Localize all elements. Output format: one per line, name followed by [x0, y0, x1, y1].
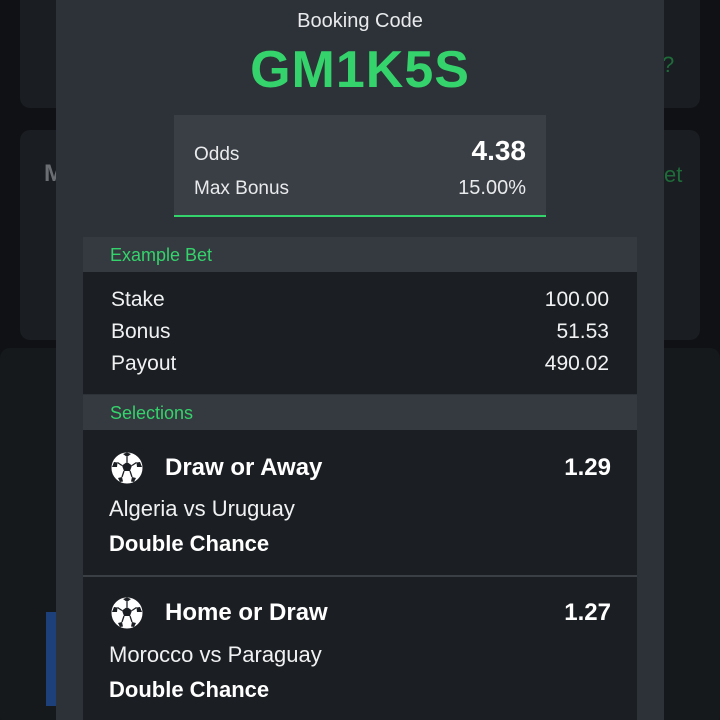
bonus-label: Bonus — [111, 320, 171, 343]
selection-pick: Home or Draw — [165, 599, 328, 626]
selection-match: Algeria vs Uruguay — [109, 496, 295, 521]
max-bonus-label: Max Bonus — [194, 178, 290, 199]
payout-value: 490.02 — [544, 352, 609, 375]
selections-header: Selections — [83, 395, 637, 431]
selection-market: Double Chance — [109, 677, 270, 702]
selection-card[interactable]: Home or Draw 1.27 Morocco vs Paraguay Do… — [83, 577, 637, 720]
booking-code-modal: Booking Code GM1K5S Odds 4.38 Max Bonus … — [56, 0, 664, 720]
max-bonus-value: 15.00% — [458, 177, 526, 199]
selection-odds: 1.27 — [564, 599, 611, 626]
selection-pick: Draw or Away — [165, 454, 323, 481]
soccer-ball-icon — [110, 451, 144, 485]
selection-market: Double Chance — [109, 531, 270, 556]
background-green-text-fragment: et — [664, 162, 683, 187]
stake-row: Stake 100.00 — [111, 288, 609, 312]
bonus-row: Bonus 51.53 — [111, 320, 609, 344]
booking-code-value[interactable]: GM1K5S — [56, 40, 664, 100]
example-bet-header: Example Bet — [83, 237, 637, 273]
soccer-ball-icon — [110, 596, 144, 630]
stake-label: Stake — [111, 288, 165, 311]
payout-label: Payout — [111, 352, 177, 375]
selection-card[interactable]: Draw or Away 1.29 Algeria vs Uruguay Dou… — [83, 430, 637, 575]
bonus-value: 51.53 — [556, 320, 609, 343]
example-bet-box: Stake 100.00 Bonus 51.53 Payout 490.02 — [83, 272, 637, 394]
odds-row: Odds 4.38 — [194, 135, 526, 167]
odds-value: 4.38 — [471, 135, 527, 166]
booking-code-label: Booking Code — [297, 10, 423, 32]
stake-value: 100.00 — [544, 288, 609, 311]
odds-label: Odds — [194, 144, 240, 165]
odds-summary-box: Odds 4.38 Max Bonus 15.00% — [174, 115, 546, 217]
payout-row: Payout 490.02 — [111, 352, 609, 376]
selection-odds: 1.29 — [564, 454, 611, 481]
selection-match: Morocco vs Paraguay — [109, 642, 322, 667]
max-bonus-row: Max Bonus 15.00% — [194, 177, 526, 200]
